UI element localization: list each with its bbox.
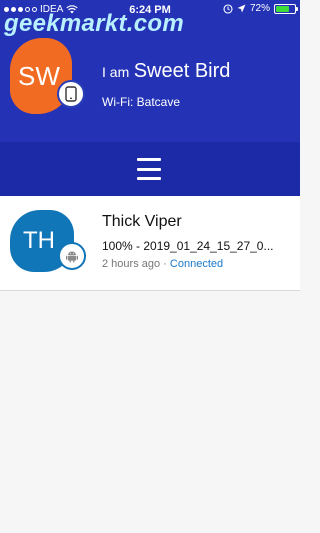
watermark: geekmarkt.com xyxy=(4,10,184,37)
connection-status: Connected xyxy=(169,258,224,270)
peer-time-ago: 2 hours ago xyxy=(102,258,161,270)
android-icon xyxy=(58,242,86,270)
status-right-group: 72% xyxy=(223,3,298,14)
menu-bar xyxy=(0,142,300,196)
status-separator: · xyxy=(163,258,167,270)
peer-name: Thick Viper xyxy=(102,213,182,230)
self-initials: SW xyxy=(18,60,60,91)
battery-percent: 72% xyxy=(249,3,270,14)
transfer-progress: 100% - 2019_01_24_15_27_0... xyxy=(102,239,274,253)
peer-status-line: 2 hours ago · Connected xyxy=(102,258,223,270)
phone-icon xyxy=(57,80,85,108)
battery-icon xyxy=(274,3,298,14)
self-wifi-label: Wi-Fi: Batcave xyxy=(102,95,181,109)
self-name: Sweet Bird xyxy=(133,60,231,82)
device-list: TH Thick Viper 100% - 2019_01_24_15_27_0… xyxy=(0,196,300,291)
location-arrow-icon xyxy=(237,4,246,13)
peer-initials: TH xyxy=(23,227,55,254)
self-title-prefix: I am xyxy=(102,64,130,80)
app-header: IDEA 6:24 PM 72% geekmarkt.com SW I am S… xyxy=(0,0,300,196)
self-title: I am Sweet Bird xyxy=(102,60,230,83)
alarm-icon xyxy=(223,3,233,14)
battery-fill xyxy=(276,5,289,12)
hamburger-menu-icon[interactable] xyxy=(132,156,166,182)
